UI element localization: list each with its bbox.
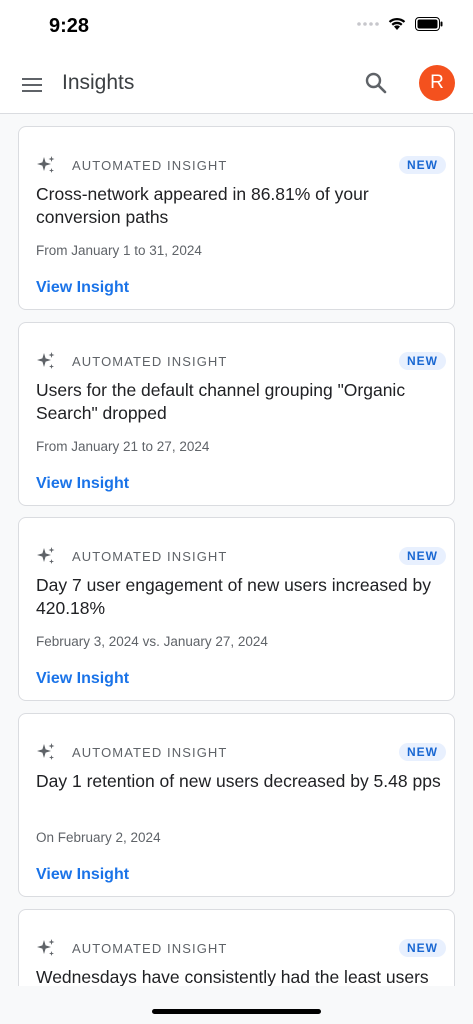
page-title: Insights: [62, 71, 135, 94]
battery-icon: [415, 17, 443, 31]
card-title: Users for the default channel grouping "…: [36, 380, 406, 423]
card-title: Day 7 user engagement of new users incre…: [36, 575, 431, 618]
card-kicker: AUTOMATED INSIGHT: [72, 548, 228, 564]
sparkle-icon: [37, 156, 55, 173]
avatar[interactable]: R: [419, 65, 455, 101]
card-date: On February 2, 2024: [36, 830, 161, 845]
new-badge: NEW: [399, 939, 446, 957]
new-badge: NEW: [399, 156, 446, 174]
view-insight-link[interactable]: View Insight: [36, 670, 129, 688]
view-insight-link[interactable]: View Insight: [36, 279, 129, 297]
home-indicator[interactable]: [152, 1009, 321, 1014]
card-kicker: AUTOMATED INSIGHT: [72, 940, 228, 956]
card-header: AUTOMATED INSIGHT: [36, 546, 227, 566]
card-title: Cross-network appeared in 86.81% of your…: [36, 184, 369, 227]
new-badge: NEW: [399, 743, 446, 761]
view-insight-link[interactable]: View Insight: [36, 475, 129, 493]
insight-card[interactable]: AUTOMATED INSIGHT NEW Wednesdays have co…: [18, 909, 455, 986]
new-badge: NEW: [399, 547, 446, 565]
sparkle-icon: [37, 547, 55, 564]
card-header: AUTOMATED INSIGHT: [36, 351, 227, 371]
insight-card[interactable]: AUTOMATED INSIGHT NEW Cross-network appe…: [18, 126, 455, 310]
card-header: AUTOMATED INSIGHT: [36, 742, 227, 762]
search-button[interactable]: [362, 69, 390, 97]
signal-icon: [357, 22, 379, 26]
sparkle-icon: [37, 939, 55, 956]
insight-card[interactable]: AUTOMATED INSIGHT NEW Day 7 user engagem…: [18, 517, 455, 701]
card-date: From January 21 to 27, 2024: [36, 439, 210, 454]
card-header: AUTOMATED INSIGHT: [36, 155, 227, 175]
card-title: Day 1 retention of new users decreased b…: [36, 771, 441, 791]
card-header: AUTOMATED INSIGHT: [36, 938, 227, 958]
menu-button[interactable]: [20, 73, 44, 97]
insight-card[interactable]: AUTOMATED INSIGHT NEW Day 1 retention of…: [18, 713, 455, 897]
hamburger-menu-icon: [22, 78, 42, 92]
sparkle-icon: [37, 743, 55, 760]
card-date: February 3, 2024 vs. January 27, 2024: [36, 634, 268, 649]
wifi-icon: [388, 17, 406, 30]
status-icons: [357, 17, 443, 31]
view-insight-link[interactable]: View Insight: [36, 866, 129, 884]
status-time: 9:28: [49, 15, 90, 37]
insights-feed[interactable]: AUTOMATED INSIGHT NEW Cross-network appe…: [0, 114, 473, 986]
status-bar: 9:28: [0, 0, 473, 56]
sparkle-icon: [37, 352, 55, 369]
card-kicker: AUTOMATED INSIGHT: [72, 353, 228, 369]
new-badge: NEW: [399, 352, 446, 370]
home-bar: [0, 986, 473, 1024]
card-date: From January 1 to 31, 2024: [36, 243, 202, 258]
card-title: Wednesdays have consistently had the lea…: [36, 967, 429, 986]
search-icon: [365, 72, 387, 94]
card-kicker: AUTOMATED INSIGHT: [72, 744, 228, 760]
app-bar: Insights R: [0, 56, 473, 114]
card-kicker: AUTOMATED INSIGHT: [72, 157, 228, 173]
insight-card[interactable]: AUTOMATED INSIGHT NEW Users for the defa…: [18, 322, 455, 506]
